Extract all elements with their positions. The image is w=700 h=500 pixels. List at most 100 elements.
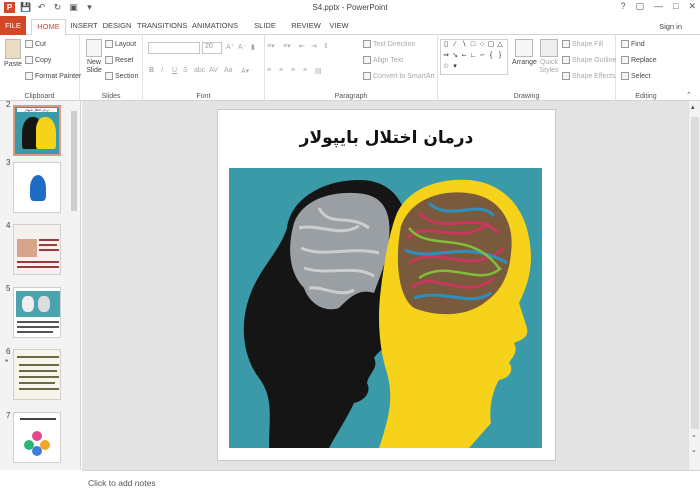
freeform-shape-icon[interactable]: ∽ [478,52,486,60]
scroll-thumb[interactable] [691,117,699,429]
shape-outline-button[interactable]: Shape Outline [562,56,616,64]
align-text-button[interactable]: Align Text [363,56,403,64]
convert-smartart-button[interactable]: Convert to SmartArt [363,72,435,80]
previous-slide-icon[interactable]: ⌃ [691,434,697,442]
decrease-indent-button[interactable]: ⇤ [299,42,305,50]
change-case-button[interactable]: Aa [224,67,233,74]
slide-thumbnail-7[interactable] [13,412,61,463]
editing-group: Find Replace Select Editing [616,35,676,101]
scroll-up-icon[interactable]: ▴ [691,103,695,111]
shadow-button[interactable]: S [183,67,188,74]
arrow-right-shape-icon[interactable]: ⇒ [442,52,450,60]
elbow-shape-icon[interactable]: ⌙ [460,52,468,60]
copy-button[interactable]: Copy [25,56,51,64]
more-shapes-icon[interactable]: ▾ [451,63,459,71]
oval-shape-icon[interactable]: ○ [478,41,486,49]
line-shape-icon[interactable]: ∕ [451,41,459,49]
replace-button[interactable]: Replace [621,56,657,64]
tab-file[interactable]: FILE [0,16,26,35]
notes-pane[interactable]: Click to add notes [82,470,700,500]
bullets-button[interactable]: ≡▾ [267,42,275,50]
quick-styles-button[interactable]: Quick Styles [538,39,560,75]
slide-thumbnail-3[interactable] [13,162,61,213]
reset-button[interactable]: Reset [105,56,133,64]
tab-slide-show[interactable]: SLIDE SHOW [244,19,286,44]
notes-placeholder[interactable]: Click to add notes [88,478,156,488]
section-button[interactable]: Section [105,72,138,80]
thumb-circle-icon [32,431,42,441]
grow-font-button[interactable]: A⁺ [226,43,234,51]
line-shape-icon-2[interactable]: ∖ [460,41,468,49]
two-head-silhouettes-brain-image[interactable] [229,168,542,448]
center-button[interactable]: ≡ [279,67,283,74]
powerpoint-window: P 💾 ↶ ↻ ▣ ▾ S4.pptx - PowerPoint ? ▢ — □… [0,0,700,500]
tab-animations[interactable]: ANIMATIONS [190,19,240,35]
scroll-thumb[interactable] [71,111,77,211]
thumbnails-scrollbar[interactable] [70,103,78,468]
next-slide-icon[interactable]: ⌄ [691,446,697,454]
char-spacing-button[interactable]: AV [209,67,218,74]
clear-formatting-button[interactable]: ▮ [251,43,255,51]
sign-in-link[interactable]: Sign in [659,22,682,31]
bold-button[interactable]: B [149,67,154,74]
thumb-mask-icon [22,296,34,312]
rounded-rect-shape-icon[interactable]: ▢ [487,41,495,49]
slide-thumbnail-4[interactable] [13,224,61,275]
text-direction-button[interactable]: Text Direction [363,40,415,48]
new-slide-button[interactable]: New Slide [83,39,105,75]
tab-design[interactable]: DESIGN [102,19,132,35]
arrange-button[interactable]: Arrange [512,39,537,67]
layout-icon [105,40,113,48]
layout-button[interactable]: Layout [105,40,136,48]
format-painter-button[interactable]: Format Painter [25,72,81,80]
font-color-button[interactable]: A▾ [241,67,249,75]
tab-insert[interactable]: INSERT [69,19,99,35]
shrink-font-button[interactable]: A⁻ [238,43,246,51]
find-button[interactable]: Find [621,40,645,48]
ribbon-home: Paste Cut Copy Format Painter Clipboard … [0,35,700,101]
shape-effects-button[interactable]: Shape Effects [562,72,615,80]
bracket-shape-icon-2[interactable]: } [496,52,504,60]
font-name-combo[interactable] [148,42,200,54]
line-spacing-button[interactable]: ⇕ [323,42,329,50]
strikethrough-button[interactable]: abc [194,67,205,74]
close-icon[interactable]: ✕ [688,1,696,12]
shape-fill-button[interactable]: Shape Fill [562,40,603,48]
title-bar: P 💾 ↶ ↻ ▣ ▾ S4.pptx - PowerPoint ? ▢ — □… [0,0,700,16]
slide-title[interactable]: درمان اختلال بایپولار [218,128,555,148]
font-size-combo[interactable]: 20 [202,42,222,54]
shapes-gallery[interactable]: ▯ ∕ ∖ □ ○ ▢ △ ⇒ ↘ ⌙ ∟ ∽ { } ☆ ▾ [440,39,508,75]
bracket-shape-icon[interactable]: { [487,52,495,60]
minimize-icon[interactable]: — [654,1,663,12]
collapse-ribbon-icon[interactable]: ⌃ [686,91,692,99]
cut-button[interactable]: Cut [25,40,46,48]
arrow-shape-icon[interactable]: ↘ [451,52,459,60]
current-slide[interactable]: درمان اختلال بایپولار [217,109,556,461]
slide-scrollbar[interactable]: ▴ ⌃ ⌄ [688,101,700,470]
align-left-button[interactable]: ≡ [267,67,271,74]
star-shape-icon[interactable]: ☆ [442,63,450,71]
columns-button[interactable]: ▤ [315,67,322,75]
tab-transitions[interactable]: TRANSITIONS [137,19,187,35]
text-box-shape-icon[interactable]: ▯ [442,41,450,49]
tab-review[interactable]: REVIEW [291,19,321,35]
maximize-icon[interactable]: □ [673,1,678,12]
slide-thumbnail-6[interactable] [13,349,61,400]
underline-button[interactable]: U [172,67,177,74]
slide-thumbnail-2[interactable]: درمان اختلال بایپولار [13,105,61,156]
justify-button[interactable]: ≡ [303,67,307,74]
select-button[interactable]: Select [621,72,650,80]
ribbon-display-icon[interactable]: ▢ [636,1,645,12]
help-icon[interactable]: ? [620,1,625,12]
tab-home[interactable]: HOME [31,19,66,36]
triangle-shape-icon[interactable]: △ [496,41,504,49]
paste-button[interactable]: Paste [3,39,23,69]
curve-shape-icon[interactable]: ∟ [469,52,477,60]
rectangle-shape-icon[interactable]: □ [469,41,477,49]
align-right-button[interactable]: ≡ [291,67,295,74]
italic-button[interactable]: I [161,67,163,74]
tab-view[interactable]: VIEW [327,19,351,35]
numbering-button[interactable]: ≡▾ [283,42,291,50]
increase-indent-button[interactable]: ⇥ [311,42,317,50]
slide-thumbnail-5[interactable] [13,287,61,338]
